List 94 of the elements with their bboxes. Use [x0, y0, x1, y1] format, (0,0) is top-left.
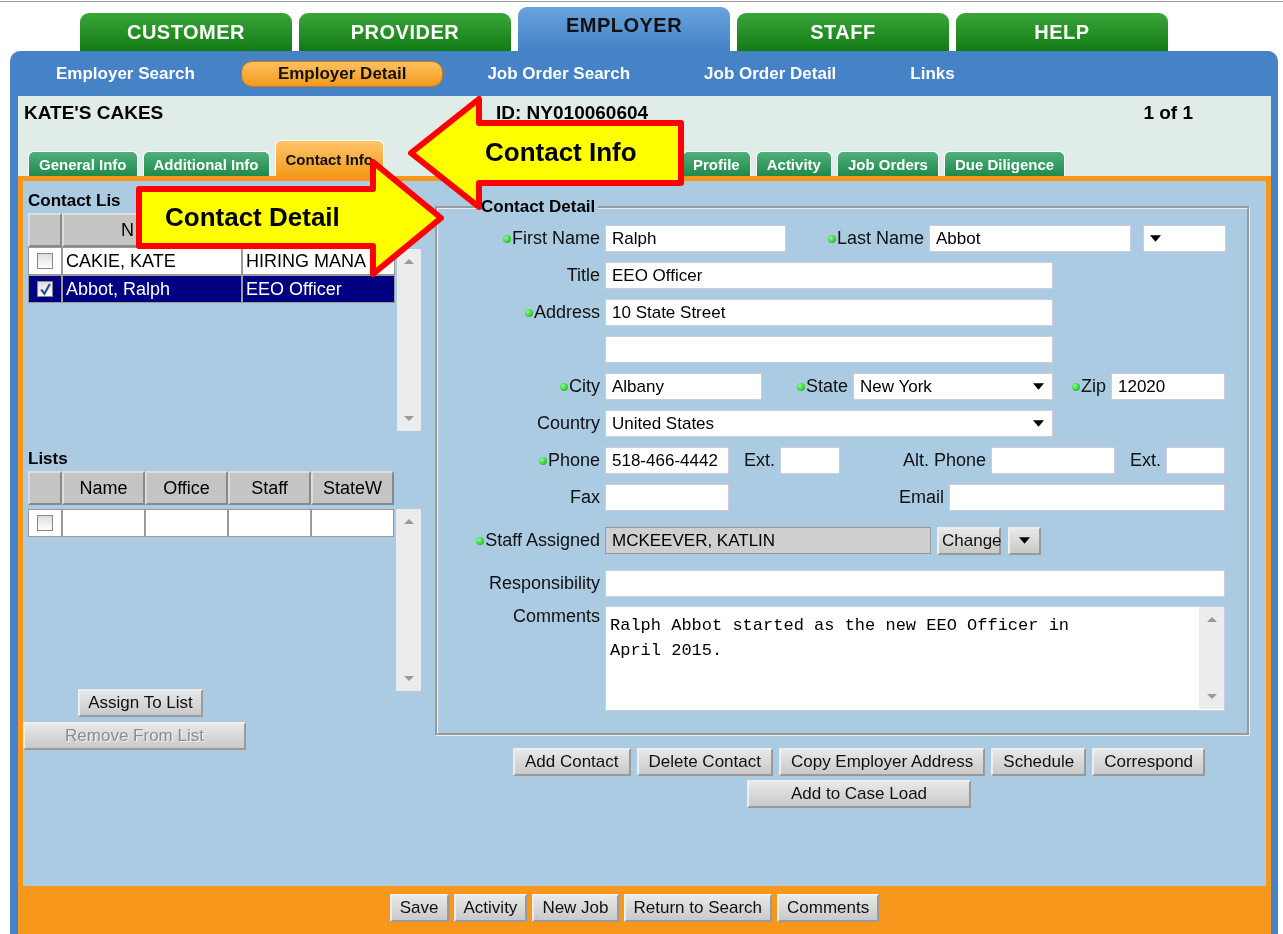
- table-cell: CAKIE, KATE: [66, 251, 176, 271]
- field-label: Ext.: [744, 450, 775, 471]
- footer-button[interactable]: New Job: [532, 894, 619, 922]
- footer-button[interactable]: Return to Search: [623, 894, 773, 922]
- input-field[interactable]: EEO Officer: [605, 262, 1053, 289]
- footer-button[interactable]: Save: [389, 894, 449, 922]
- section-tab[interactable]: Job Orders: [836, 151, 939, 176]
- field-label: Title: [566, 265, 600, 286]
- nav-link[interactable]: Job Order Search: [457, 61, 661, 86]
- change-button[interactable]: Change: [937, 526, 1001, 555]
- employer-id: ID: NY010060604: [496, 102, 650, 124]
- input-field[interactable]: [780, 447, 840, 474]
- input-field[interactable]: [605, 570, 1225, 597]
- field-label: State: [805, 376, 848, 397]
- caret-icon: [1033, 383, 1044, 390]
- table-cell: Abbot, Ralph: [66, 279, 171, 299]
- section-title: Lists: [28, 449, 68, 470]
- action-button[interactable]: Add to Case Load: [747, 780, 971, 808]
- section-tab[interactable]: General Info: [28, 151, 138, 176]
- input-field[interactable]: [1166, 447, 1225, 474]
- field-label: Comments: [512, 606, 600, 627]
- input-field[interactable]: 12020: [1111, 373, 1225, 400]
- input-field[interactable]: [991, 447, 1115, 474]
- field-label: Ext.: [1130, 450, 1161, 471]
- section-tab[interactable]: Contact Info: [274, 140, 384, 176]
- input-field[interactable]: Albany: [605, 373, 762, 400]
- nav-link[interactable]: Employer Detail: [240, 60, 444, 87]
- nav-tab[interactable]: CUSTOMER: [80, 13, 292, 51]
- action-button[interactable]: Copy Employer Address: [778, 748, 986, 776]
- checkbox[interactable]: [37, 515, 53, 531]
- comments-field[interactable]: Ralph Abbot started as the new EEO Officer in April 2015.: [605, 606, 1225, 711]
- caret-icon: [1019, 537, 1030, 544]
- table-row[interactable]: [28, 509, 394, 537]
- input-field[interactable]: MCKEEVER, KATLIN: [605, 527, 931, 554]
- callout-label: Contact Detail: [165, 202, 340, 233]
- field-label: Country: [536, 413, 600, 434]
- callout-label: Contact Info: [485, 137, 637, 168]
- field-label: First Name: [512, 228, 600, 249]
- nav-link[interactable]: Job Order Detail: [674, 61, 867, 86]
- section-tab[interactable]: Additional Info: [142, 151, 270, 176]
- input-field[interactable]: [605, 336, 1053, 363]
- section-title: Contact Lis: [28, 191, 121, 212]
- footer-button[interactable]: Activity: [453, 894, 528, 922]
- section-tab[interactable]: Profile: [682, 151, 751, 176]
- nav-tab[interactable]: HELP: [956, 13, 1168, 51]
- column-header[interactable]: Name: [62, 471, 145, 505]
- caret-icon: [1150, 235, 1161, 242]
- input-field[interactable]: Ralph: [605, 225, 786, 252]
- checkbox[interactable]: [37, 281, 53, 297]
- nav-tab[interactable]: PROVIDER: [299, 13, 511, 51]
- section-tab[interactable]: Due Diligence: [943, 151, 1066, 176]
- input-field[interactable]: 518-466-4442: [605, 447, 729, 474]
- field-label: City: [569, 376, 600, 397]
- assign-to-list-button[interactable]: Assign To List: [78, 689, 203, 717]
- field-label: Phone: [547, 450, 600, 471]
- employer-name: KATE'S CAKES: [24, 102, 165, 124]
- field-label: Last Name: [836, 228, 924, 249]
- column-header[interactable]: StateW: [311, 471, 394, 505]
- action-button[interactable]: Correspond: [1092, 748, 1206, 776]
- nav-link[interactable]: Employer Search: [32, 61, 219, 86]
- field-label: Staff Assigned: [485, 530, 600, 551]
- dropdown-field[interactable]: United States: [605, 410, 1053, 437]
- scrollbar[interactable]: [1199, 607, 1224, 709]
- caret-icon: [1033, 420, 1044, 427]
- input-field[interactable]: 10 State Street: [605, 299, 1053, 326]
- field-label: Responsibility: [488, 573, 600, 594]
- scrollbar[interactable]: [397, 249, 421, 431]
- nav-tab[interactable]: STAFF: [737, 13, 949, 51]
- table-cell: EEO Officer: [246, 279, 342, 299]
- field-label: Zip: [1081, 376, 1106, 397]
- column-header[interactable]: Office: [145, 471, 228, 505]
- column-header[interactable]: Staff: [228, 471, 311, 505]
- input-field[interactable]: [949, 484, 1225, 511]
- checkbox[interactable]: [37, 253, 53, 269]
- field-label: Email: [899, 487, 944, 508]
- action-button[interactable]: Add Contact: [512, 748, 631, 776]
- section-tab[interactable]: Activity: [755, 151, 832, 176]
- action-button[interactable]: Delete Contact: [636, 748, 773, 776]
- field-label: Fax: [570, 487, 600, 508]
- record-count: 1 of 1: [1143, 102, 1194, 124]
- dropdown-field[interactable]: [1143, 225, 1226, 252]
- field-label: Alt. Phone: [902, 450, 986, 471]
- input-field[interactable]: Abbot: [929, 225, 1131, 252]
- field-label: Address: [533, 302, 600, 323]
- action-button[interactable]: Schedule: [991, 748, 1087, 776]
- table-cell: HIRING MANA: [246, 251, 366, 271]
- nav-tab[interactable]: EMPLOYER: [518, 7, 730, 51]
- input-field[interactable]: [605, 484, 729, 511]
- scrollbar[interactable]: [396, 509, 421, 691]
- dropdown-field[interactable]: New York: [853, 373, 1053, 400]
- dropdown-button[interactable]: [1008, 526, 1041, 555]
- nav-link[interactable]: Links: [880, 61, 985, 86]
- footer-button[interactable]: Comments: [777, 894, 880, 922]
- table-row[interactable]: Abbot, Ralph EEO Officer: [28, 275, 395, 303]
